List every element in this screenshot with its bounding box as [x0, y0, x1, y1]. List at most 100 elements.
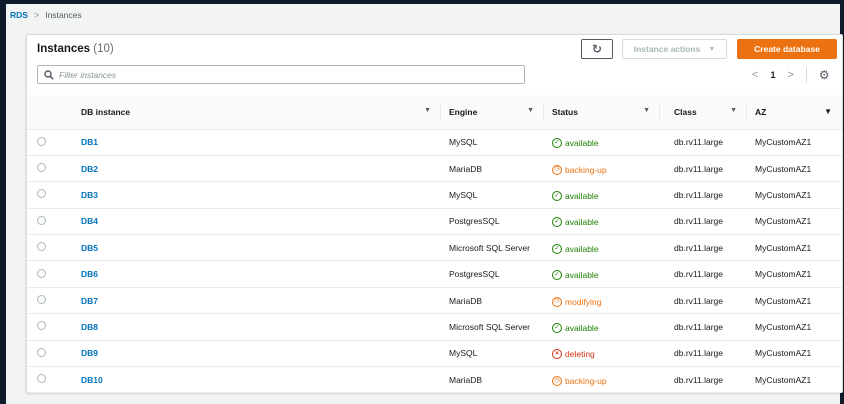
status-text: available: [565, 217, 599, 228]
table-header-row: DB instance ▼ Engine ▼ Status ▼ Class ▼ AZ ▼: [27, 95, 842, 130]
db-instance-link[interactable]: DB9: [81, 348, 98, 358]
engine-cell: PostgresSQL: [449, 269, 500, 280]
class-cell: db.rv11.large: [674, 216, 723, 227]
row-select-cell: [27, 235, 71, 261]
row-radio-button[interactable]: [37, 321, 46, 331]
refresh-button[interactable]: ↻: [581, 39, 613, 59]
column-header-db-instance[interactable]: DB instance ▼: [71, 95, 441, 130]
class-cell: db.rv11.large: [674, 163, 723, 174]
status-badge: × deleting: [552, 349, 595, 360]
class-cell: db.rv11.large: [674, 321, 723, 332]
table-row[interactable]: DB4 PostgresSQL ✓ available db.rv11.large MyC…: [27, 208, 842, 235]
db-instance-link[interactable]: DB8: [81, 322, 98, 332]
current-page[interactable]: 1: [770, 70, 775, 80]
status-available-icon: ✓: [552, 191, 562, 202]
table-body: DB1 MySQL ✓ available db.rv11.large MyCustomA…: [27, 129, 842, 393]
az-cell: MyCustomAZ1: [755, 374, 812, 385]
table-row[interactable]: DB10 MariaDB ◷ backing-up db.rv11.large MyCus…: [27, 367, 842, 393]
breadcrumb-separator: >: [33, 10, 40, 20]
db-instance-link[interactable]: DB4: [81, 216, 98, 226]
row-radio-button[interactable]: [37, 347, 46, 357]
db-instance-cell: DB1: [71, 129, 441, 155]
prev-page-button[interactable]: <: [752, 69, 758, 81]
table-row[interactable]: DB9 MySQL × deleting db.rv11.large MyCustomAZ…: [27, 340, 842, 367]
engine-cell: Microsoft SQL Server: [449, 321, 530, 332]
db-instance-link[interactable]: DB1: [81, 137, 98, 147]
db-instance-link[interactable]: DB5: [81, 243, 98, 253]
table-row[interactable]: DB2 MariaDB ◷ backing-up db.rv11.large MyCust…: [27, 155, 842, 182]
row-select-cell: [27, 287, 71, 313]
column-header-class[interactable]: Class ▼: [660, 95, 747, 130]
gear-icon[interactable]: ⚙: [819, 68, 830, 82]
status-warn-icon: ◷: [552, 296, 562, 307]
status-cell: × deleting: [544, 340, 660, 366]
class-cell: db.rv11.large: [674, 269, 723, 280]
class-cell: db.rv11.large: [674, 295, 723, 306]
row-select-cell: [27, 208, 71, 234]
status-text: deleting: [565, 349, 595, 360]
db-instance-link[interactable]: DB2: [81, 164, 98, 174]
status-text: backing-up: [565, 164, 607, 175]
db-instance-cell: DB5: [71, 235, 441, 261]
status-badge: ✓ available: [552, 138, 599, 149]
row-select-cell: [27, 182, 71, 208]
row-radio-button[interactable]: [37, 374, 46, 384]
status-text: available: [565, 243, 599, 254]
row-select-cell: [27, 261, 71, 287]
sort-icon: ▼: [424, 106, 431, 114]
db-instance-link[interactable]: DB7: [81, 296, 98, 306]
pagination: < 1 > ⚙: [752, 66, 830, 84]
status-cell: ✓ available: [544, 129, 660, 155]
status-text: available: [565, 191, 599, 202]
row-radio-button[interactable]: [37, 189, 46, 199]
az-cell: MyCustomAZ1: [755, 295, 812, 306]
status-available-icon: ✓: [552, 138, 562, 149]
status-cell: ◷ modifying: [544, 287, 660, 313]
instance-actions-dropdown[interactable]: Instance actions ▼: [622, 39, 727, 59]
column-header-status[interactable]: Status ▼: [544, 95, 660, 130]
row-radio-button[interactable]: [37, 136, 46, 146]
row-radio-button[interactable]: [37, 215, 46, 225]
status-text: modifying: [565, 296, 602, 307]
az-cell: MyCustomAZ1: [755, 242, 812, 253]
engine-cell: MariaDB: [449, 374, 483, 385]
status-badge: ◷ backing-up: [552, 164, 607, 175]
row-radio-button[interactable]: [37, 163, 46, 173]
instance-count: (10): [93, 43, 114, 55]
table-row[interactable]: DB5 Microsoft SQL Server ✓ available db.rv11…: [27, 235, 842, 261]
table-row[interactable]: DB8 Microsoft SQL Server ✓ available db.rv11…: [27, 314, 842, 341]
row-radio-button[interactable]: [37, 268, 46, 278]
column-header-az[interactable]: AZ ▼: [747, 95, 842, 130]
filter-input[interactable]: [59, 69, 524, 80]
caret-down-icon: ▼: [708, 45, 716, 53]
db-instance-link[interactable]: DB6: [81, 269, 98, 279]
az-cell: MyCustomAZ1: [755, 348, 812, 359]
table-row[interactable]: DB6 PostgresSQL ✓ available db.rv11.large MyC…: [27, 261, 842, 288]
row-radio-button[interactable]: [37, 295, 46, 305]
status-available-icon: ✓: [552, 270, 562, 281]
row-radio-button[interactable]: [37, 242, 46, 252]
filter-box: [37, 65, 525, 84]
table-row[interactable]: DB7 MariaDB ◷ modifying db.rv11.large MyCusto…: [27, 287, 842, 314]
db-instance-cell: DB4: [71, 208, 441, 234]
status-badge: ✓ available: [552, 217, 599, 228]
sort-icon: ▼: [643, 106, 650, 114]
breadcrumb-rds-link[interactable]: RDS: [10, 10, 28, 20]
table-row[interactable]: DB1 MySQL ✓ available db.rv11.large MyCustomA…: [27, 129, 842, 156]
db-instance-link[interactable]: DB3: [81, 190, 98, 200]
class-cell: db.rv11.large: [674, 374, 723, 385]
status-text: available: [565, 138, 599, 149]
status-badge: ✓ available: [552, 270, 599, 281]
next-page-button[interactable]: >: [787, 69, 793, 81]
status-available-icon: ✓: [552, 323, 562, 334]
column-header-engine[interactable]: Engine ▼: [441, 95, 544, 130]
status-badge: ◷ backing-up: [552, 375, 607, 386]
status-deleting-icon: ×: [552, 349, 562, 360]
engine-cell: Microsoft SQL Server: [449, 242, 530, 253]
row-select-cell: [27, 155, 71, 181]
create-database-button[interactable]: Create database: [737, 39, 837, 59]
table-row[interactable]: DB3 MySQL ✓ available db.rv11.large MyCustomA…: [27, 182, 842, 209]
db-instance-link[interactable]: DB10: [81, 375, 103, 385]
db-instance-cell: DB8: [71, 314, 441, 340]
az-cell: MyCustomAZ1: [755, 189, 812, 200]
